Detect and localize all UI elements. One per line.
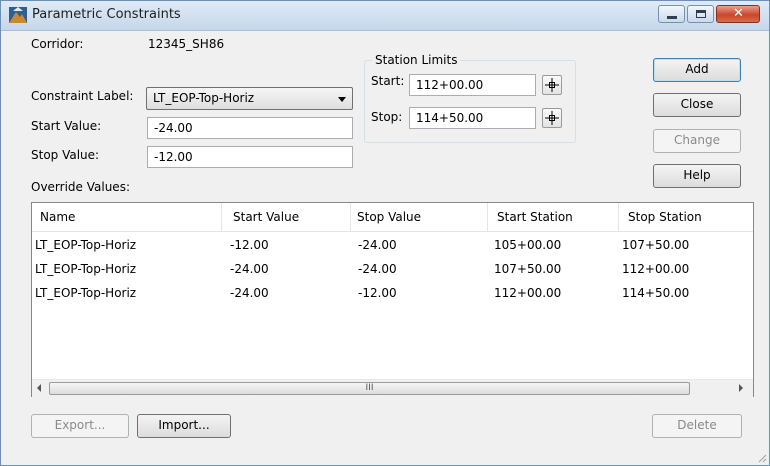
cell-stop-station: 112+00.00 [622, 262, 690, 276]
maximize-button[interactable] [687, 5, 714, 23]
override-values-list[interactable]: Name Start Value Stop Value Start Statio… [31, 202, 754, 397]
column-header-start-value[interactable]: Start Value [233, 210, 299, 224]
override-values-label: Override Values: [31, 180, 130, 194]
delete-button[interactable]: Delete [652, 414, 742, 438]
close-window-button[interactable]: ✕ [716, 5, 760, 23]
minimize-button[interactable] [658, 5, 685, 23]
scroll-thumb[interactable]: III [49, 382, 690, 395]
column-header-stop-value[interactable]: Stop Value [357, 210, 421, 224]
column-separator[interactable] [618, 203, 619, 231]
cell-stop-station: 107+50.00 [622, 238, 690, 252]
station-stop-input[interactable]: 114+50.00 [409, 107, 536, 129]
stop-value-input[interactable]: -12.00 [147, 146, 353, 168]
pick-stop-station-button[interactable] [542, 108, 562, 128]
start-value-label: Start Value: [31, 119, 102, 133]
station-start-label: Start: [371, 74, 405, 88]
corridor-label: Corridor: [31, 37, 84, 51]
stop-value-label: Stop Value: [31, 148, 100, 162]
close-button[interactable]: Close [653, 93, 741, 117]
minimize-icon [667, 16, 677, 19]
list-header: Name Start Value Stop Value Start Statio… [32, 203, 753, 232]
station-limits-title: Station Limits [372, 53, 461, 67]
cell-stop-value: -24.00 [358, 262, 397, 276]
cell-start-station: 105+00.00 [494, 238, 562, 252]
constraint-label-label: Constraint Label: [31, 89, 134, 103]
column-separator[interactable] [350, 203, 351, 231]
app-icon [9, 7, 27, 23]
window-title: Parametric Constraints [32, 7, 181, 22]
cell-name: LT_EOP-Top-Horiz [35, 262, 137, 276]
scroll-right-icon[interactable] [739, 384, 743, 392]
cell-start-station: 107+50.00 [494, 262, 562, 276]
constraint-label-dropdown[interactable]: LT_EOP-Top-Horiz [146, 87, 353, 110]
resize-grip-icon[interactable] [757, 453, 767, 463]
column-separator[interactable] [221, 203, 222, 231]
cell-start-station: 112+00.00 [494, 286, 562, 300]
cell-start-value: -24.00 [230, 262, 269, 276]
cell-start-value: -12.00 [230, 238, 269, 252]
cell-stop-value: -24.00 [358, 238, 397, 252]
table-row[interactable]: LT_EOP-Top-Horiz -24.00 -12.00 112+00.00… [32, 283, 753, 307]
column-header-start-station[interactable]: Start Station [497, 210, 573, 224]
change-button[interactable]: Change [653, 129, 741, 153]
table-row[interactable]: LT_EOP-Top-Horiz -12.00 -24.00 105+00.00… [32, 235, 753, 259]
column-header-stop-station[interactable]: Stop Station [628, 210, 702, 224]
add-button[interactable]: Add [653, 58, 741, 82]
export-button[interactable]: Export... [31, 414, 129, 438]
maximize-icon [696, 10, 706, 18]
cell-start-value: -24.00 [230, 286, 269, 300]
title-bar: Parametric Constraints ✕ [1, 1, 769, 31]
column-header-name[interactable]: Name [40, 210, 75, 224]
crosshair-icon [545, 78, 559, 92]
import-button[interactable]: Import... [137, 414, 231, 438]
station-limits-group: Station Limits Start: 112+00.00 Stop: 11… [364, 53, 576, 143]
table-row[interactable]: LT_EOP-Top-Horiz -24.00 -24.00 107+50.00… [32, 259, 753, 283]
column-separator[interactable] [487, 203, 488, 231]
dropdown-arrow-icon [338, 97, 346, 102]
station-start-input[interactable]: 112+00.00 [409, 74, 536, 96]
crosshair-icon [545, 111, 559, 125]
cell-stop-station: 114+50.00 [622, 286, 690, 300]
help-button[interactable]: Help [653, 164, 741, 188]
parametric-constraints-dialog: Parametric Constraints ✕ Corridor: 12345… [0, 0, 770, 466]
station-stop-label: Stop: [371, 110, 403, 124]
constraint-label-selected: LT_EOP-Top-Horiz [153, 91, 255, 105]
cell-name: LT_EOP-Top-Horiz [35, 286, 137, 300]
pick-start-station-button[interactable] [542, 75, 562, 95]
scroll-left-icon[interactable] [37, 384, 41, 392]
horizontal-scrollbar[interactable]: III [32, 379, 753, 397]
start-value-input[interactable]: -24.00 [147, 117, 353, 139]
corridor-value: 12345_SH86 [148, 37, 225, 51]
cell-stop-value: -12.00 [358, 286, 397, 300]
cell-name: LT_EOP-Top-Horiz [35, 238, 137, 252]
close-icon: ✕ [733, 6, 744, 21]
